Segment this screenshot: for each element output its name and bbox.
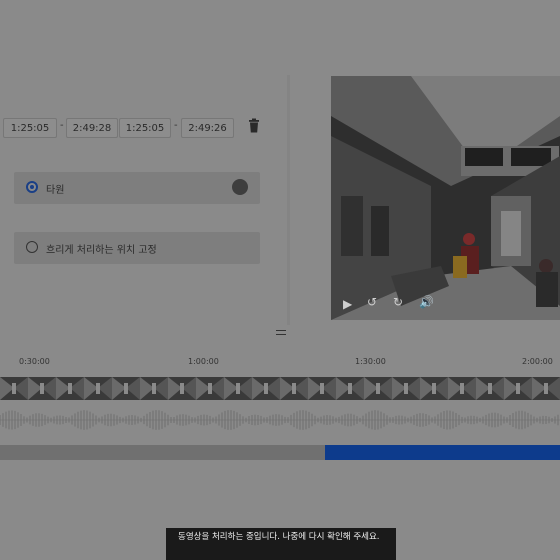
trash-icon[interactable]	[247, 118, 261, 134]
rewind-icon[interactable]: ↺	[367, 295, 377, 309]
timeline-tick: 2:00:00	[522, 357, 553, 366]
start-time-input-1[interactable]: 1:25:05	[3, 118, 57, 138]
volume-icon[interactable]: 🔊	[419, 295, 434, 309]
blur-handle-icon[interactable]	[232, 179, 248, 195]
fixed-position-label: 흐리게 처리하는 위치 고정	[46, 245, 157, 256]
end-time-input-2[interactable]: 2:49:26	[181, 118, 234, 138]
start-time-input-2[interactable]: 1:25:05	[119, 118, 171, 138]
range-separator: -	[60, 120, 64, 131]
ellipse-label: 타원	[46, 185, 65, 196]
thumbnail-strip[interactable]	[0, 377, 560, 400]
play-icon[interactable]: ▶	[343, 297, 352, 311]
resize-handle-icon[interactable]	[276, 330, 286, 335]
processing-toast: 동영상을 처리하는 중입니다. 나중에 다시 확인해 주세요.	[166, 528, 396, 560]
fixed-position-radio[interactable]	[26, 241, 38, 253]
subway-car-image	[331, 76, 560, 320]
video-preview[interactable]: ▶ ↺ ↻ 🔊	[331, 76, 560, 320]
thumbnail-strip-image	[0, 377, 560, 400]
processing-progress-fill	[325, 445, 560, 460]
ellipse-radio[interactable]	[26, 181, 38, 193]
toast-message: 동영상을 처리하는 중입니다. 나중에 다시 확인해 주세요.	[178, 532, 380, 542]
blur-option-fixed-position[interactable]: 흐리게 처리하는 위치 고정	[14, 232, 260, 264]
panel-divider[interactable]	[287, 75, 290, 325]
range-separator-2: -	[174, 120, 178, 131]
audio-waveform	[0, 410, 560, 430]
end-time-input-1[interactable]: 2:49:28	[66, 118, 118, 138]
timeline-tick: 1:30:00	[355, 357, 386, 366]
blur-option-ellipse[interactable]: 타원	[14, 172, 260, 204]
timeline-tick: 1:00:00	[188, 357, 219, 366]
timeline-tick: 0:30:00	[19, 357, 50, 366]
forward-icon[interactable]: ↻	[393, 295, 403, 309]
